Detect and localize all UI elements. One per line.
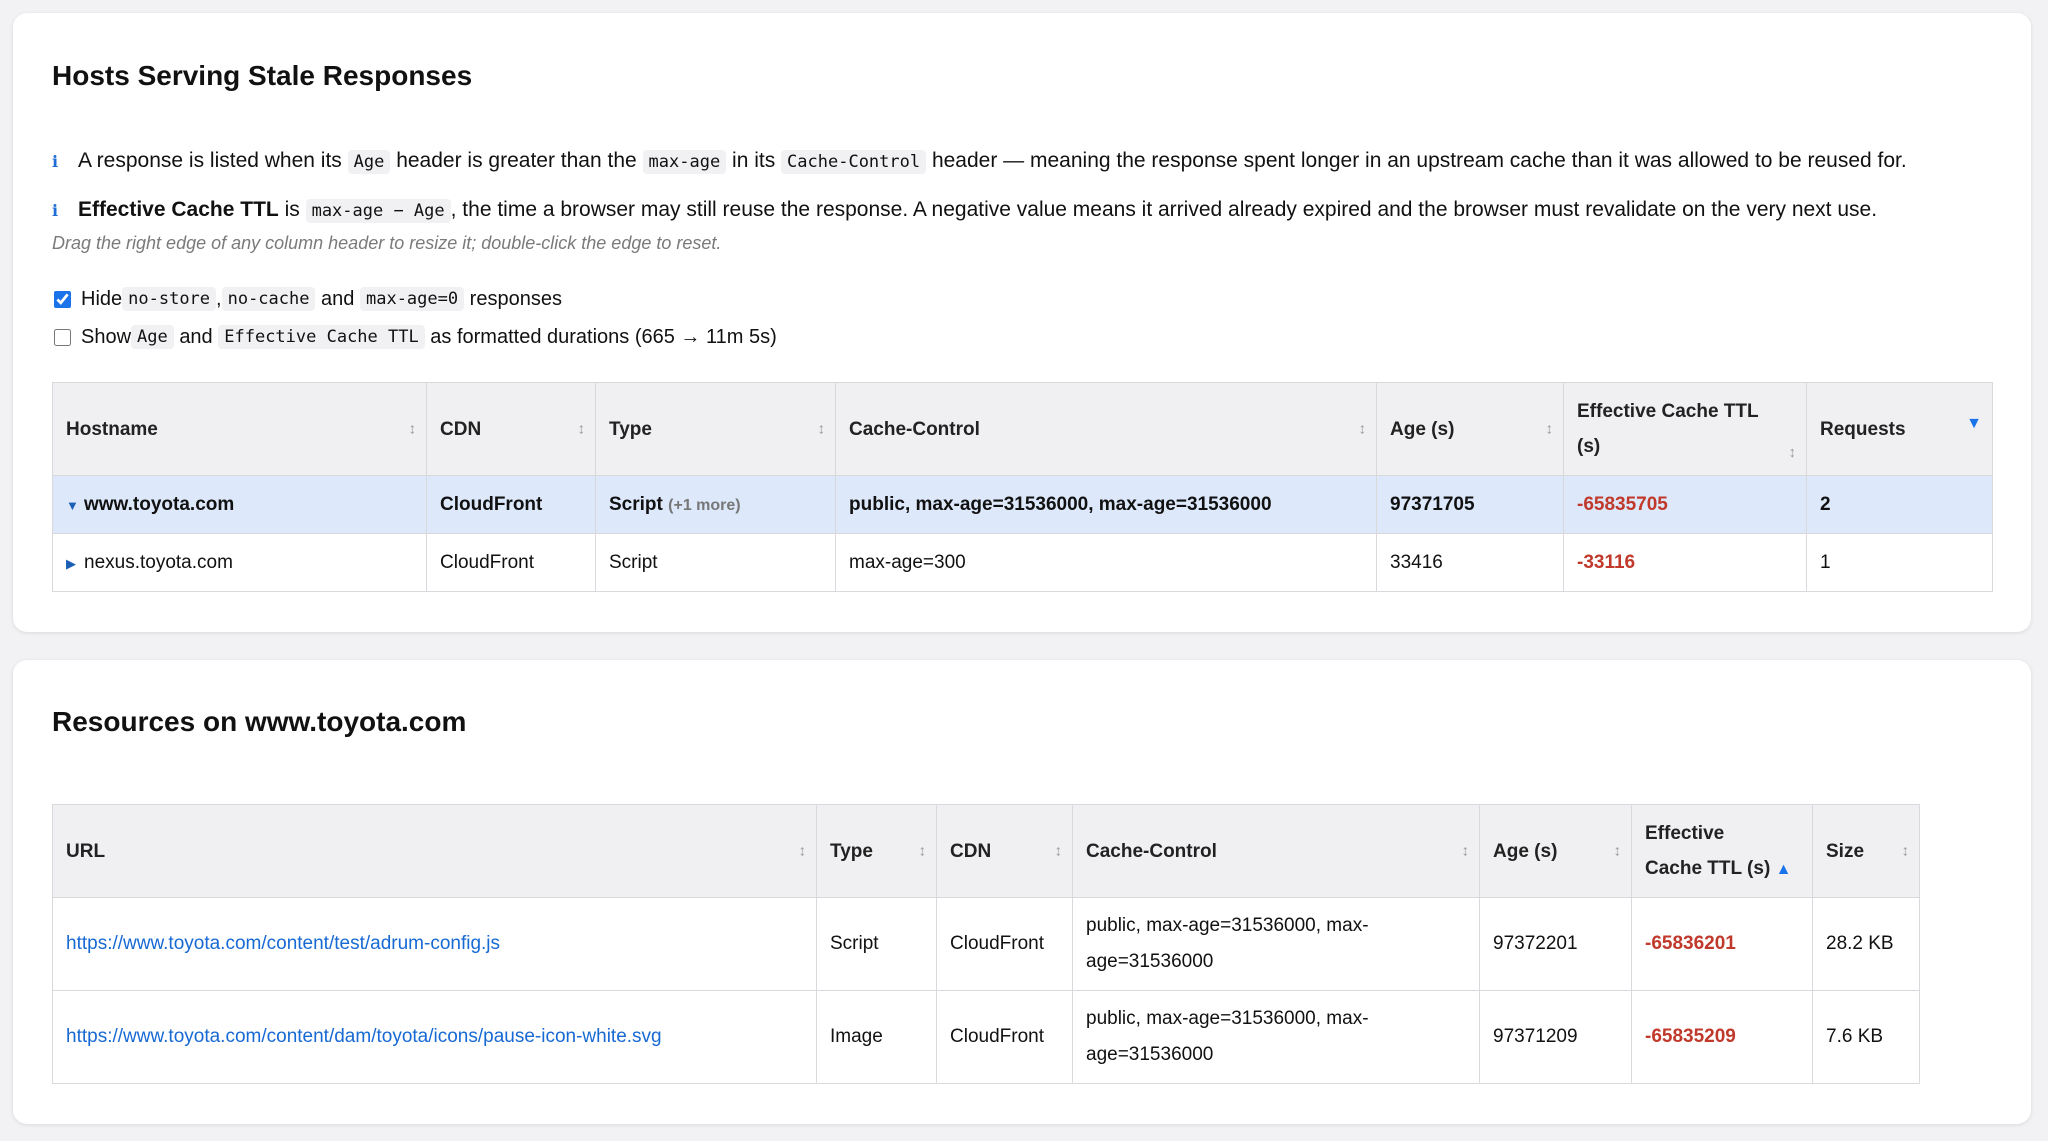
cell-type: Script (816, 897, 937, 991)
resources-header-row: URL ↕ Type ↕ CDN ↕ Cache-Control ↕ Age (s) ↕ … (52, 804, 1920, 898)
cell-requests: 2 (1806, 475, 1993, 534)
sort-icon[interactable]: ↕ (1789, 444, 1797, 461)
formatted-durations-option[interactable]: Show Age and Effective Cache TTL as form… (54, 325, 777, 349)
sort-icon[interactable]: ↕ (818, 421, 826, 438)
sort-icon[interactable]: ↕ (1055, 843, 1063, 860)
info-line-age: iA response is listed when its Age heade… (52, 146, 1907, 177)
type-more-badge: (+1 more) (668, 496, 741, 514)
cell-hostname[interactable]: ▶ nexus.toyota.com (52, 533, 427, 592)
cell-cdn: CloudFront (426, 533, 596, 592)
hosts-title: Hosts Serving Stale Responses (52, 60, 473, 91)
resource-link[interactable]: https://www.toyota.com/content/dam/toyot… (66, 1026, 662, 1047)
sort-icon[interactable]: ↕ (1614, 843, 1622, 860)
col-url[interactable]: URL ↕ (52, 804, 817, 898)
sort-icon[interactable]: ↕ (409, 421, 417, 438)
cell-effective-ttl: -33116 (1563, 533, 1807, 592)
col-hostname[interactable]: Hostname ↕ (52, 382, 427, 476)
hosts-header-row: Hostname ↕ CDN ↕ Type ↕ Cache-Control ↕ Age … (52, 382, 1993, 476)
formatted-durations-checkbox[interactable] (54, 328, 71, 346)
sort-icon[interactable]: ↕ (919, 843, 927, 860)
cell-age: 97371209 (1479, 990, 1632, 1084)
cell-type: Image (816, 990, 937, 1084)
caret-down-icon[interactable]: ▼ (66, 498, 84, 513)
col-cache-control[interactable]: Cache-Control ↕ (1072, 804, 1480, 898)
cell-size: 28.2 KB (1812, 897, 1920, 991)
cell-age: 33416 (1376, 533, 1564, 592)
info-icon: i (52, 201, 59, 220)
col-type[interactable]: Type ↕ (595, 382, 836, 476)
cell-effective-ttl: -65835209 (1631, 990, 1813, 1084)
hosts-card: Hosts Serving Stale Responses iA respons… (13, 13, 2031, 632)
cell-age: 97372201 (1479, 897, 1632, 991)
resources-table: URL ↕ Type ↕ CDN ↕ Cache-Control ↕ Age (s) ↕ … (52, 804, 1920, 1084)
cell-cache-control: public, max-age=31536000, max-age=315360… (835, 475, 1377, 534)
col-effective-ttl[interactable]: Effective Cache TTL (s) ↕ (1563, 382, 1807, 476)
sort-icon[interactable]: ↕ (1359, 421, 1367, 438)
table-row[interactable]: ▶ nexus.toyota.com CloudFront Script max-… (52, 533, 1993, 592)
cell-type: Script (+1 more) (595, 475, 836, 534)
cell-cache-control: max-age=300 (835, 533, 1377, 592)
cell-size: 7.6 KB (1812, 990, 1920, 1084)
cell-cache-control: public, max-age=31536000, max-age=315360… (1072, 990, 1480, 1084)
col-cdn[interactable]: CDN ↕ (426, 382, 596, 476)
col-type[interactable]: Type ↕ (816, 804, 937, 898)
cell-cache-control: public, max-age=31536000, max-age=315360… (1072, 897, 1480, 991)
cell-effective-ttl: -65836201 (1631, 897, 1813, 991)
col-effective-ttl[interactable]: Effective Cache TTL (s) ▲ (1631, 804, 1813, 898)
col-requests[interactable]: Requests ▼ (1806, 382, 1993, 476)
sort-icon[interactable]: ↕ (578, 421, 586, 438)
cell-age: 97371705 (1376, 475, 1564, 534)
info-line-ttl: i Effective Cache TTL is max-age − Age, t… (52, 195, 1877, 226)
table-row[interactable]: https://www.toyota.com/content/dam/toyot… (52, 990, 1920, 1084)
sort-icon[interactable]: ↕ (799, 843, 807, 860)
col-cache-control[interactable]: Cache-Control ↕ (835, 382, 1377, 476)
hide-nocache-option[interactable]: Hide no-store, no-cache and max-age=0 re… (54, 287, 562, 311)
sort-icon[interactable]: ↕ (1902, 843, 1910, 860)
col-size[interactable]: Size ↕ (1812, 804, 1920, 898)
info-icon: i (52, 152, 59, 171)
resources-title: Resources on www.toyota.com (52, 706, 467, 737)
cell-url: https://www.toyota.com/content/dam/toyot… (52, 990, 817, 1084)
cell-requests: 1 (1806, 533, 1993, 592)
hosts-table: Hostname ↕ CDN ↕ Type ↕ Cache-Control ↕ Age … (52, 382, 1993, 592)
caret-right-icon[interactable]: ▶ (66, 556, 84, 572)
sort-desc-icon[interactable]: ▼ (1966, 415, 1982, 433)
cell-url: https://www.toyota.com/content/test/adru… (52, 897, 817, 991)
col-cdn[interactable]: CDN ↕ (936, 804, 1073, 898)
cell-cdn: CloudFront (936, 990, 1073, 1084)
table-row[interactable]: https://www.toyota.com/content/test/adru… (52, 897, 1920, 991)
cell-type: Script (595, 533, 836, 592)
col-age[interactable]: Age (s) ↕ (1376, 382, 1564, 476)
col-age[interactable]: Age (s) ↕ (1479, 804, 1632, 898)
sort-asc-icon[interactable]: ▲ (1776, 861, 1792, 878)
hide-nocache-checkbox[interactable] (54, 290, 71, 308)
cell-hostname[interactable]: ▼ www.toyota.com (52, 475, 427, 534)
resource-link[interactable]: https://www.toyota.com/content/test/adru… (66, 933, 500, 954)
cell-cdn: CloudFront (426, 475, 596, 534)
cell-effective-ttl: -65835705 (1563, 475, 1807, 534)
table-row[interactable]: ▼ www.toyota.com CloudFront Script (+1 mo… (52, 475, 1993, 534)
sort-icon[interactable]: ↕ (1462, 843, 1470, 860)
resources-card: Resources on www.toyota.com URL ↕ Type ↕ C… (13, 660, 2031, 1124)
cell-cdn: CloudFront (936, 897, 1073, 991)
resize-hint: Drag the right edge of any column header… (52, 233, 722, 253)
sort-icon[interactable]: ↕ (1546, 421, 1554, 438)
